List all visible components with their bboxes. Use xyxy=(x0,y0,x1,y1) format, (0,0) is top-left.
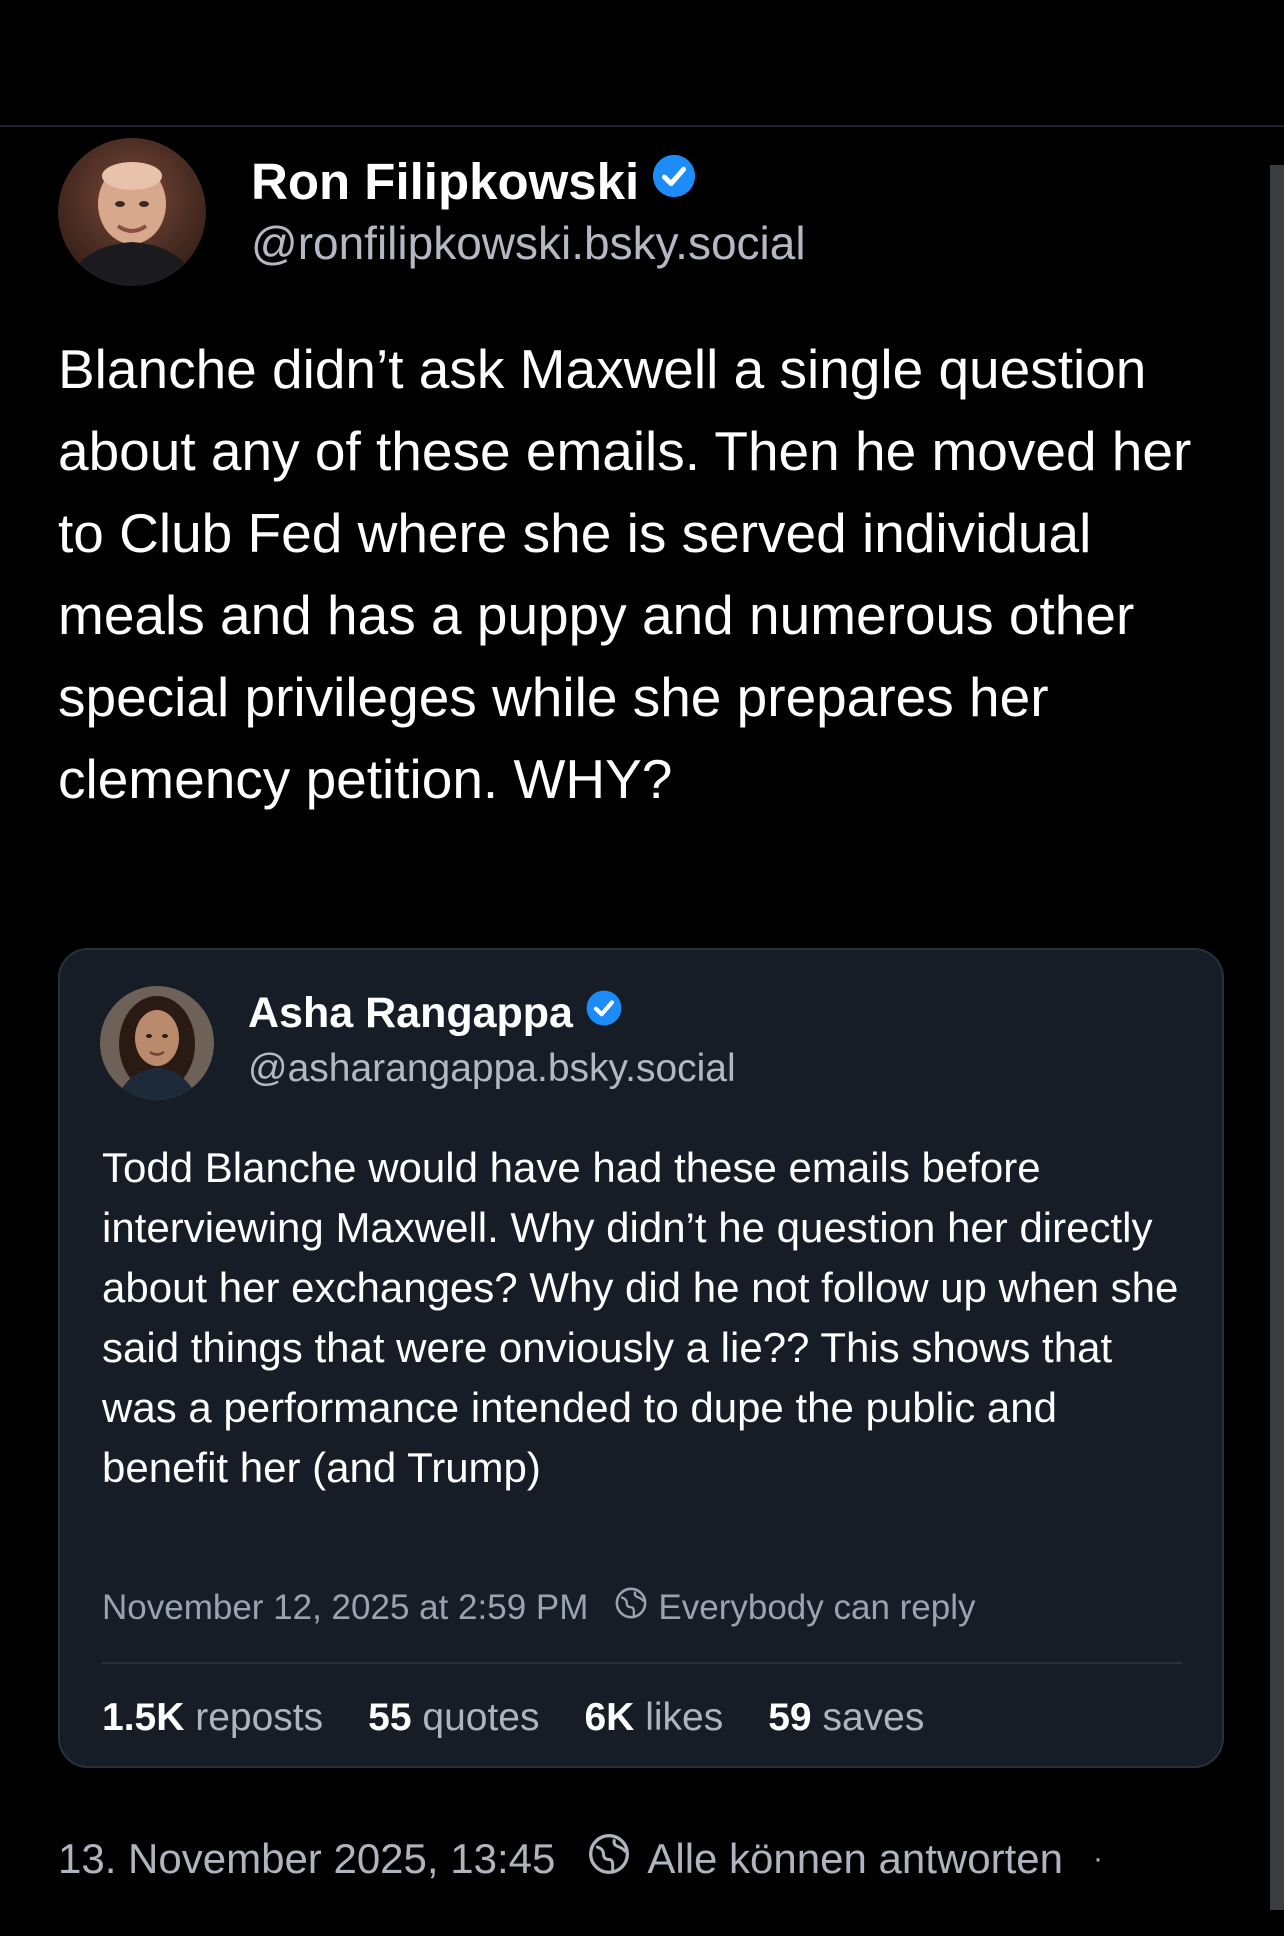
quotes-stat[interactable]: 55 quotes xyxy=(368,1693,539,1743)
scrollbar[interactable] xyxy=(1270,165,1284,1910)
main-post-meta: 13. November 2025, 13:45 Alle können ant… xyxy=(58,1832,1103,1886)
saves-stat[interactable]: 59 saves xyxy=(768,1693,924,1743)
globe-icon xyxy=(614,1586,658,1629)
globe-icon xyxy=(587,1832,647,1886)
separator-dot: · xyxy=(1092,1842,1103,1875)
divider xyxy=(102,1662,1182,1664)
quoted-reply-setting: Everybody can reply xyxy=(614,1586,976,1629)
verified-check-icon xyxy=(651,152,697,212)
avatar[interactable] xyxy=(58,138,206,286)
reply-setting: Alle können antworten xyxy=(587,1832,1063,1886)
top-divider xyxy=(0,125,1284,127)
post-text: Blanche didn’t ask Maxwell a single ques… xyxy=(58,338,1192,810)
post-timestamp[interactable]: 13. November 2025, 13:45 xyxy=(58,1835,555,1883)
quoted-author-handle[interactable]: @asharangappa.bsky.social xyxy=(248,1044,736,1094)
quoted-timestamp[interactable]: November 12, 2025 at 2:59 PM xyxy=(102,1588,588,1628)
author-handle[interactable]: @ronfilipkowski.bsky.social xyxy=(251,214,806,272)
verified-check-icon xyxy=(585,986,623,1040)
main-post-author: Ron Filipkowski @ronfilipkowski.bsky.soc… xyxy=(58,138,1238,288)
quoted-author-name[interactable]: Asha Rangappa xyxy=(248,986,573,1040)
author-name[interactable]: Ron Filipkowski xyxy=(251,152,639,212)
quoted-post-stats: 1.5K reposts 55 quotes 6K likes 59 saves xyxy=(102,1693,969,1743)
likes-stat[interactable]: 6K likes xyxy=(584,1693,723,1743)
reposts-stat[interactable]: 1.5K reposts xyxy=(102,1693,323,1743)
quoted-post-text: Todd Blanche would have had these emails… xyxy=(102,1144,1179,1491)
quoted-avatar[interactable] xyxy=(100,986,214,1100)
reply-setting-label: Alle können antworten xyxy=(647,1835,1063,1882)
quoted-post-card[interactable]: Asha Rangappa @asharangappa.bsky.social … xyxy=(58,948,1224,1768)
quoted-reply-setting-label: Everybody can reply xyxy=(658,1587,976,1627)
main-post: Ron Filipkowski @ronfilipkowski.bsky.soc… xyxy=(58,138,1238,820)
quoted-post-meta: November 12, 2025 at 2:59 PM Everybody c… xyxy=(102,1586,976,1629)
quoted-author-info: Asha Rangappa @asharangappa.bsky.social xyxy=(248,986,736,1094)
author-info: Ron Filipkowski @ronfilipkowski.bsky.soc… xyxy=(251,152,806,272)
